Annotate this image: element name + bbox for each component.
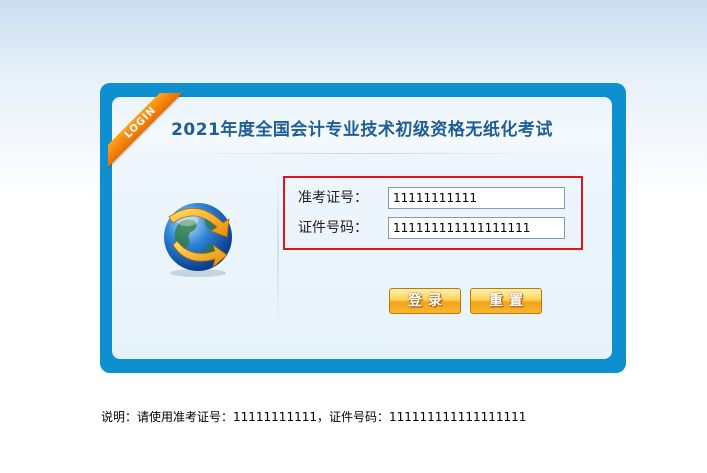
- exam-number-input[interactable]: [388, 187, 565, 209]
- instructions-note: 说明：请使用准考证号：11111111111，证件号码：111111111111…: [101, 410, 527, 424]
- id-number-label: 证件号码：: [298, 220, 368, 236]
- reset-button[interactable]: 重置: [470, 288, 542, 314]
- page-title: 2021年度全国会计专业技术初级资格无纸化考试: [171, 120, 553, 140]
- login-button[interactable]: 登录: [389, 288, 461, 314]
- exam-number-label: 准考证号：: [298, 190, 368, 206]
- id-number-input[interactable]: [388, 217, 565, 239]
- login-panel: LOGIN 2021年度全国会计专业技术初级资格无纸化考试 准考证号： 1111…: [108, 93, 612, 359]
- globe-arrow-icon: [164, 203, 232, 277]
- exam-number-row: 准考证号：: [298, 187, 568, 209]
- panel-divider: [277, 163, 279, 333]
- login-frame: LOGIN 2021年度全国会计专业技术初级资格无纸化考试 准考证号： 1111…: [100, 83, 626, 373]
- id-number-row: 证件号码：: [298, 217, 568, 239]
- title-divider: [152, 153, 572, 154]
